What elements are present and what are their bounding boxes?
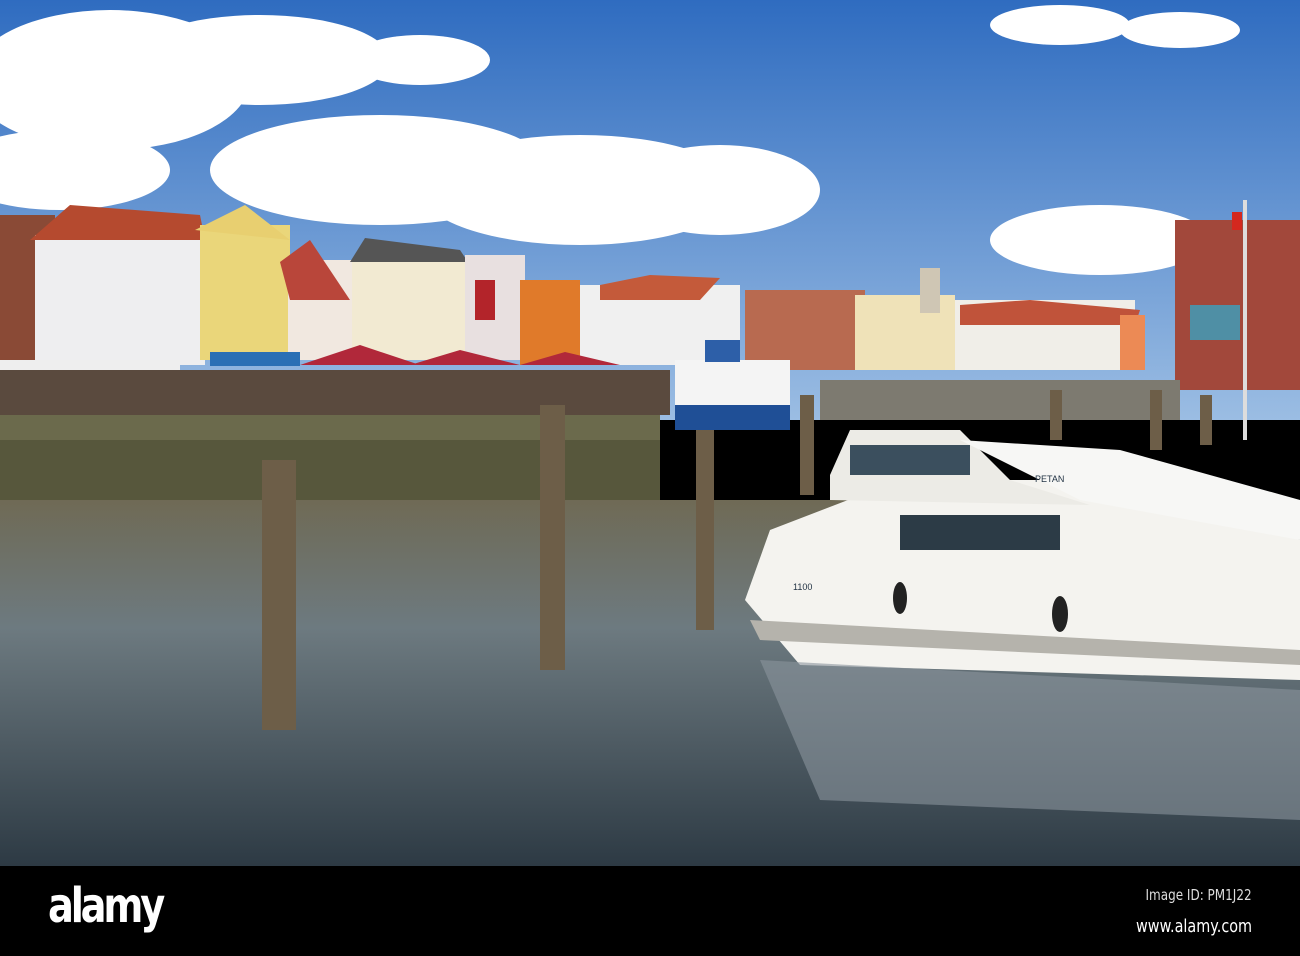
watermark-banner: alamy Image ID: PM1J22 www.alamy.com: [0, 866, 1300, 956]
stock-photo: PETAN 1100 alamy Image ID: PM1J22 www.al…: [0, 0, 1300, 956]
image-id: Image ID: PM1J22: [1145, 886, 1252, 904]
mast: [1243, 200, 1247, 440]
alamy-logo: alamy: [48, 878, 165, 934]
jetty: [820, 380, 1180, 420]
boat-name: PETAN: [1035, 474, 1064, 484]
boat-model: 1100: [793, 582, 812, 592]
motor-yacht: PETAN 1100: [745, 430, 1300, 680]
harbour-photo: PETAN 1100: [0, 0, 1300, 866]
church-tower: [920, 268, 940, 313]
crowd: [0, 370, 670, 415]
site-url: www.alamy.com: [1135, 916, 1252, 937]
flag: [1232, 212, 1242, 230]
